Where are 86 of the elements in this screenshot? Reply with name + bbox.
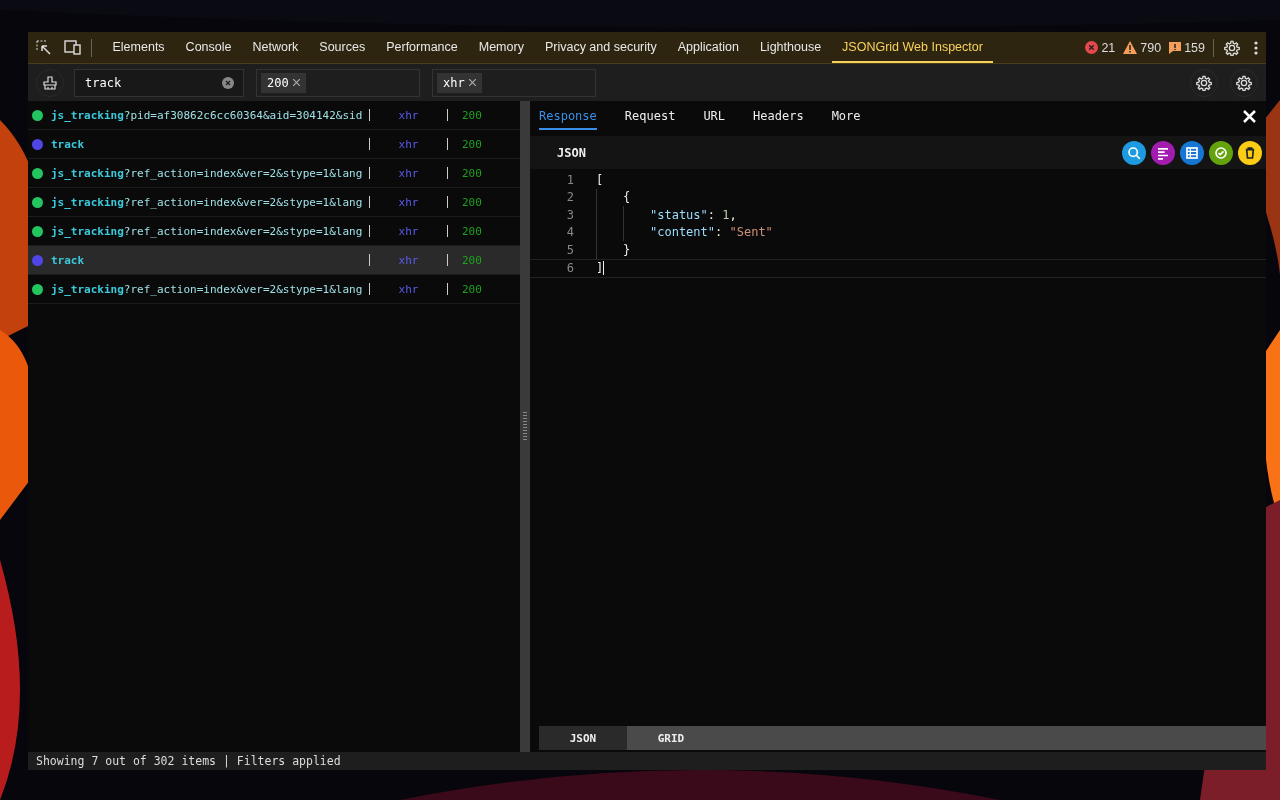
request-status: 200 bbox=[462, 137, 482, 151]
format-button[interactable] bbox=[1151, 140, 1175, 165]
request-status: 200 bbox=[462, 253, 482, 267]
warning-count: 790 bbox=[1140, 40, 1162, 55]
theme-settings-icon[interactable] bbox=[1196, 74, 1212, 91]
request-status: 200 bbox=[462, 224, 482, 238]
close-icon[interactable] bbox=[1243, 109, 1256, 123]
issue-count: 159 bbox=[1184, 40, 1205, 55]
code-line: } bbox=[623, 242, 631, 257]
delete-button[interactable] bbox=[1238, 140, 1262, 165]
panel-tab[interactable]: Lighthouse bbox=[749, 32, 832, 63]
line-number: 3 bbox=[565, 207, 575, 222]
line-number: 5 bbox=[565, 242, 575, 257]
request-row[interactable]: js_tracking?ref_action=index&ver=2&stype=1&lang xhr 200 bbox=[28, 159, 520, 188]
detail-tab[interactable]: URL bbox=[703, 102, 726, 130]
issue-icon bbox=[1169, 41, 1182, 54]
warning-icon bbox=[1123, 41, 1138, 54]
request-url: js_tracking?ref_action=index&ver=2&stype=1&lang bbox=[51, 282, 364, 296]
panel-tab[interactable]: Performance bbox=[375, 32, 469, 63]
editor-title: JSON bbox=[557, 145, 586, 160]
panel-tab[interactable]: Sources bbox=[308, 32, 376, 63]
filter-value: xhr bbox=[443, 75, 465, 90]
request-url: js_tracking?ref_action=index&ver=2&stype=1&lang bbox=[51, 224, 364, 238]
clear-filters-icon[interactable] bbox=[43, 75, 57, 90]
request-url: js_tracking?pid=af30862c6cc60364&aid=304142&sid bbox=[51, 108, 364, 122]
panel-tab[interactable]: Memory bbox=[468, 32, 535, 63]
status-text: Showing 7 out of 302 items | Filters applied bbox=[36, 754, 341, 768]
line-number: 6 bbox=[565, 261, 575, 276]
request-type: xhr bbox=[397, 195, 420, 209]
panel-tab[interactable]: Privacy and security bbox=[534, 32, 668, 63]
line-number: 2 bbox=[565, 190, 575, 205]
request-row[interactable]: js_tracking?ref_action=index&ver=2&stype=1&lang xhr 200 bbox=[28, 188, 520, 217]
request-status: 200 bbox=[462, 108, 482, 122]
view-tab[interactable]: GRID bbox=[627, 726, 715, 750]
request-url: track bbox=[51, 253, 86, 267]
table-button[interactable] bbox=[1180, 140, 1204, 165]
device-icon[interactable] bbox=[64, 40, 81, 55]
request-status: 200 bbox=[462, 195, 482, 209]
detail-tab[interactable]: Headers bbox=[753, 102, 804, 130]
text-cursor bbox=[603, 261, 605, 276]
panel-tab[interactable]: Application bbox=[667, 32, 750, 63]
request-status: 200 bbox=[462, 166, 482, 180]
settings-icon[interactable] bbox=[1224, 39, 1240, 56]
remove-icon[interactable] bbox=[292, 79, 300, 86]
request-type: xhr bbox=[397, 108, 420, 122]
request-type: xhr bbox=[397, 253, 420, 267]
search-button[interactable] bbox=[1122, 140, 1146, 165]
panel-tab[interactable]: Console bbox=[175, 32, 242, 63]
code-line: { bbox=[623, 190, 631, 205]
clear-icon[interactable] bbox=[222, 76, 234, 89]
error-icon bbox=[1085, 41, 1099, 54]
line-number: 1 bbox=[565, 172, 575, 187]
code-line: "status": 1, bbox=[650, 207, 737, 222]
detail-tab[interactable]: Response bbox=[539, 102, 597, 130]
panel-tab[interactable]: Network bbox=[242, 32, 309, 63]
request-row[interactable]: track xhr 200 bbox=[28, 246, 520, 275]
request-type: xhr bbox=[397, 137, 420, 151]
filter-field[interactable]: 200 bbox=[256, 68, 420, 97]
request-url: js_tracking?ref_action=index&ver=2&stype=1&lang bbox=[51, 166, 364, 180]
request-type: xhr bbox=[397, 282, 420, 296]
search-field[interactable]: track bbox=[74, 68, 244, 97]
request-row[interactable]: js_tracking?ref_action=index&ver=2&stype=1&lang xhr 200 bbox=[28, 275, 520, 304]
request-status: 200 bbox=[462, 282, 482, 296]
error-count: 21 bbox=[1101, 40, 1116, 55]
request-url: track bbox=[51, 137, 86, 151]
filter-field[interactable]: xhr bbox=[432, 68, 596, 97]
settings-icon[interactable] bbox=[1236, 74, 1252, 91]
more-icon[interactable] bbox=[1254, 40, 1258, 55]
request-url: js_tracking?ref_action=index&ver=2&stype=1&lang bbox=[51, 195, 364, 209]
resize-handle[interactable] bbox=[523, 411, 527, 442]
panel-tab[interactable]: Elements bbox=[102, 32, 176, 63]
request-row[interactable]: js_tracking?pid=af30862c6cc60364&aid=304142&sid xhr 200 bbox=[28, 101, 520, 130]
request-row[interactable]: track xhr 200 bbox=[28, 130, 520, 159]
detail-tab[interactable]: Request bbox=[624, 102, 676, 130]
code-line: "content": "Sent" bbox=[650, 225, 773, 240]
detail-tab[interactable]: More bbox=[831, 102, 861, 130]
validate-button[interactable] bbox=[1209, 140, 1233, 165]
code-line: ] bbox=[596, 261, 604, 276]
filter-value: 200 bbox=[267, 75, 289, 90]
inspect-icon[interactable] bbox=[36, 39, 52, 56]
request-type: xhr bbox=[397, 166, 420, 180]
code-line: [ bbox=[596, 172, 604, 187]
request-type: xhr bbox=[397, 224, 420, 238]
line-number: 4 bbox=[565, 225, 575, 240]
view-tab[interactable]: JSON bbox=[539, 726, 627, 750]
remove-icon[interactable] bbox=[468, 79, 476, 86]
